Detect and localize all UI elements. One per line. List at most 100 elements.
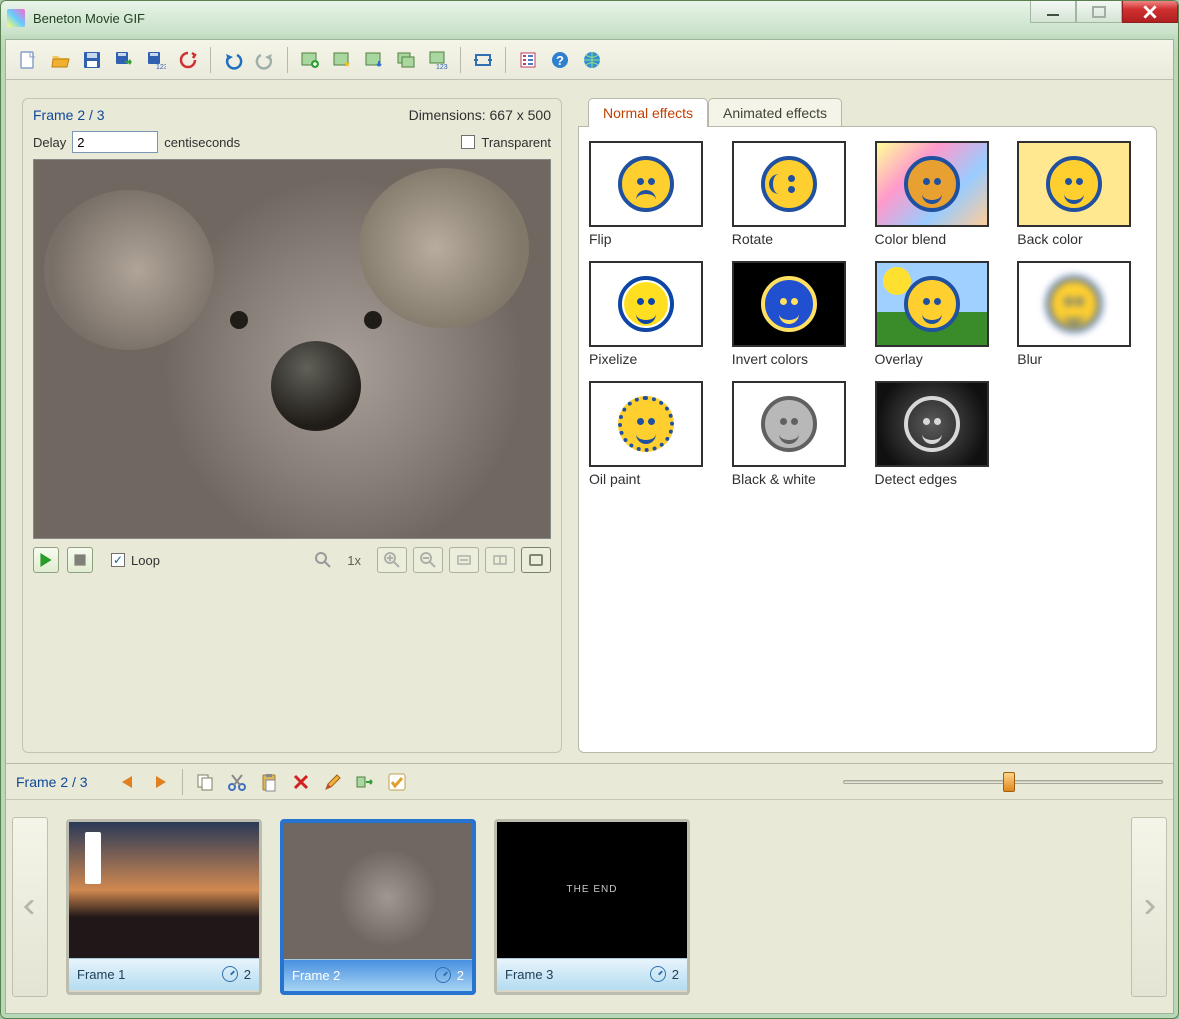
save-button[interactable] [78,46,106,74]
delay-control: Delay centiseconds [33,131,240,153]
app-window: Beneton Movie GIF 123 123? Frame 2 / 3 Di… [0,0,1179,1019]
export-sequence-button[interactable]: 123 [142,46,170,74]
prev-frame-button[interactable] [114,768,142,796]
timeline-toolbar: Frame 2 / 3 [6,764,1173,800]
move-frame-button[interactable] [351,768,379,796]
client-area: 123 123? Frame 2 / 3 Dimensions: 667 x 50… [5,39,1174,1014]
frame-card-1[interactable]: Frame 1 2 [66,819,262,995]
effect-label: Oil paint [589,471,718,487]
frame-panel: Frame 2 / 3 Dimensions: 667 x 500 Delay … [22,98,562,753]
transparent-checkbox-box[interactable] [461,135,475,149]
frame-thumbnail [69,822,259,958]
timeline-counter: Frame 2 / 3 [16,774,88,790]
play-button[interactable] [33,547,59,573]
main-toolbar: 123 123? [6,40,1173,80]
svg-text:123: 123 [156,64,166,70]
add-frame-button[interactable] [296,46,324,74]
redo-button[interactable] [251,46,279,74]
timeline-nav-left[interactable] [12,817,48,997]
undo-button[interactable] [219,46,247,74]
effect-blur[interactable]: Blur [1017,261,1146,367]
clock-icon [435,967,451,983]
effect-thumb-oil [589,381,703,467]
preview-controls: Loop 1x [33,547,551,573]
stop-button[interactable] [67,547,93,573]
next-frame-button[interactable] [146,768,174,796]
zoom-slider[interactable] [843,773,1163,791]
help-button[interactable]: ? [546,46,574,74]
reload-button[interactable] [174,46,202,74]
effect-flip[interactable]: Flip [589,141,718,247]
settings-button[interactable] [514,46,542,74]
minimize-button[interactable] [1030,1,1076,23]
effect-label: Detect edges [875,471,1004,487]
open-button[interactable] [46,46,74,74]
loop-checkbox[interactable]: Loop [111,553,160,568]
main-area: Frame 2 / 3 Dimensions: 667 x 500 Delay … [6,80,1173,763]
delete-frame-button[interactable] [287,768,315,796]
duplicate-frame-button[interactable] [392,46,420,74]
effect-label: Back color [1017,231,1146,247]
effect-overlay[interactable]: Overlay [875,261,1004,367]
frame-label: Frame 1 [77,967,125,982]
tab-animated-effects[interactable]: Animated effects [708,98,842,127]
effect-thumb-backcolor [1017,141,1131,227]
frame-card-3[interactable]: THE ENDFrame 3 2 [494,819,690,995]
effect-thumb-rotate [732,141,846,227]
effect-label: Pixelize [589,351,718,367]
website-button[interactable] [578,46,606,74]
delay-input[interactable] [72,131,158,153]
frame-delay: 2 [457,968,464,983]
frame-counter: Frame 2 / 3 [33,107,105,123]
fit-width-button[interactable] [449,547,479,573]
import-sequence-button[interactable]: 123 [424,46,452,74]
effect-backcolor[interactable]: Back color [1017,141,1146,247]
preview-image [34,160,550,538]
effects-content: Flip Rotate Color blend Back color Pixelize I… [578,126,1157,753]
effect-thumb-bw [732,381,846,467]
effect-colorblend[interactable]: Color blend [875,141,1004,247]
paste-frame-button[interactable] [255,768,283,796]
effect-thumb-edge [875,381,989,467]
select-all-button[interactable] [383,768,411,796]
effect-thumb-overlay [875,261,989,347]
effect-label: Overlay [875,351,1004,367]
import-image-button[interactable] [328,46,356,74]
frame-label: Frame 3 [505,967,553,982]
copy-frame-button[interactable] [191,768,219,796]
effect-oil[interactable]: Oil paint [589,381,718,487]
clock-icon [650,966,666,982]
effect-bw[interactable]: Black & white [732,381,861,487]
timeline-nav-right[interactable] [1131,817,1167,997]
effect-label: Rotate [732,231,861,247]
zoom-slider-thumb[interactable] [1003,772,1015,792]
zoom-level: 1x [347,553,361,568]
tab-normal-effects[interactable]: Normal effects [588,98,708,127]
effect-pixelize[interactable]: Pixelize [589,261,718,367]
transparent-checkbox[interactable]: Transparent [461,135,551,150]
frame-preview [33,159,551,539]
insert-image-button[interactable] [360,46,388,74]
cut-frame-button[interactable] [223,768,251,796]
delay-unit: centiseconds [164,135,240,150]
edit-frame-button[interactable] [319,768,347,796]
new-button[interactable] [14,46,42,74]
loop-checkbox-box[interactable] [111,553,125,567]
svg-text:123: 123 [436,64,448,70]
window-title: Beneton Movie GIF [33,11,145,26]
frame-card-2[interactable]: Frame 2 2 [280,819,476,995]
zoom-out-button[interactable] [413,547,443,573]
close-button[interactable] [1122,1,1178,23]
effects-panel: Normal effects Animated effects Flip Rota… [578,98,1157,753]
export-button[interactable] [110,46,138,74]
titlebar: Beneton Movie GIF [1,1,1178,35]
effect-edge[interactable]: Detect edges [875,381,1004,487]
effect-rotate[interactable]: Rotate [732,141,861,247]
maximize-button[interactable] [1076,1,1122,23]
resize-button[interactable] [469,46,497,74]
effect-invert[interactable]: Invert colors [732,261,861,367]
effect-thumb-invert [732,261,846,347]
fullscreen-button[interactable] [521,547,551,573]
fit-screen-button[interactable] [485,547,515,573]
zoom-in-button[interactable] [377,547,407,573]
